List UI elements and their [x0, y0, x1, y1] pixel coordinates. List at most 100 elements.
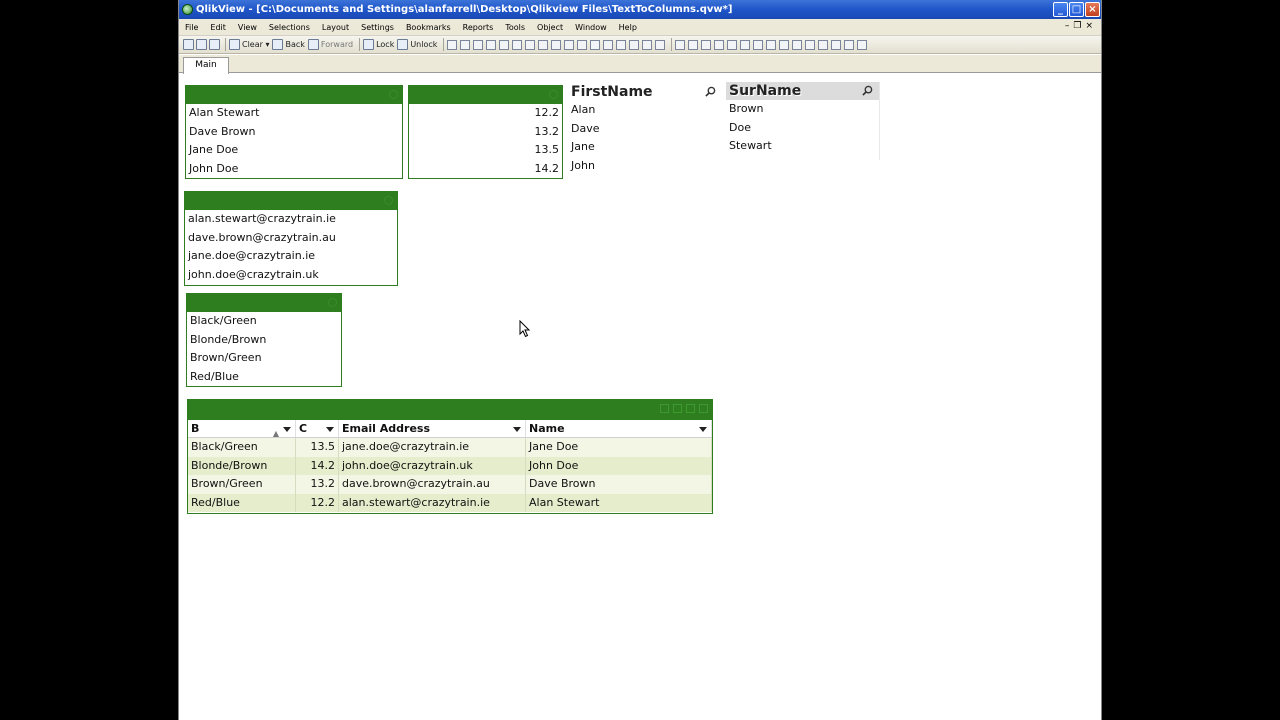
- listbox-c[interactable]: C 12.2 13.2 13.5 14.2: [408, 85, 563, 179]
- listbox-email-address[interactable]: Email Address alan.stewart@crazytrain.ie…: [184, 191, 398, 286]
- search-object-icon[interactable]: [629, 39, 640, 50]
- table-cell[interactable]: alan.stewart@crazytrain.ie: [339, 493, 526, 512]
- lock-button[interactable]: Lock: [363, 38, 394, 51]
- chevron-down-icon[interactable]: [699, 427, 707, 432]
- menu-help[interactable]: Help: [613, 23, 643, 32]
- menu-edit[interactable]: Edit: [204, 23, 232, 32]
- search-icon[interactable]: [549, 90, 558, 99]
- list-item[interactable]: alan.stewart@crazytrain.ie: [185, 210, 397, 229]
- listbox-firstname[interactable]: FirstName Alan Dave Jane John: [568, 83, 722, 177]
- format-painter-icon[interactable]: [688, 39, 699, 50]
- list-item[interactable]: Alan: [568, 101, 722, 120]
- listbox-surname[interactable]: SurName Brown Doe Stewart: [726, 82, 880, 160]
- button-object-icon[interactable]: [564, 39, 575, 50]
- list-box-icon[interactable]: [473, 39, 484, 50]
- slider-icon[interactable]: [603, 39, 614, 50]
- menu-reports[interactable]: Reports: [457, 23, 500, 32]
- title-bar[interactable]: QlikView - [C:\Documents and Settings\al…: [179, 0, 1101, 19]
- minimize-button[interactable]: _: [1053, 2, 1068, 17]
- back-button[interactable]: Back: [272, 38, 305, 51]
- table-row[interactable]: Brown/Green 13.2 dave.brown@crazytrain.a…: [188, 475, 712, 494]
- menu-view[interactable]: View: [232, 23, 263, 32]
- list-item[interactable]: Brown/Green: [187, 349, 341, 368]
- align-right-icon[interactable]: [727, 39, 738, 50]
- table-cell[interactable]: Black/Green: [188, 438, 296, 457]
- search-icon[interactable]: [705, 86, 716, 97]
- listbox-b[interactable]: B Black/Green Blonde/Brown Brown/Green R…: [186, 293, 342, 387]
- reload-icon[interactable]: [805, 39, 816, 50]
- list-item[interactable]: 12.2: [409, 104, 562, 123]
- multi-box-icon[interactable]: [499, 39, 510, 50]
- listbox-caption[interactable]: FirstName: [568, 83, 722, 101]
- menu-object[interactable]: Object: [531, 23, 569, 32]
- table-cell[interactable]: Brown/Green: [188, 475, 296, 494]
- table-cell[interactable]: Alan Stewart: [526, 493, 712, 512]
- maximize-icon[interactable]: [699, 404, 708, 413]
- menu-bookmarks[interactable]: Bookmarks: [400, 23, 457, 32]
- help-icon[interactable]: [857, 39, 868, 50]
- list-item[interactable]: Brown: [726, 100, 879, 119]
- table-cell[interactable]: dave.brown@crazytrain.au: [339, 475, 526, 494]
- list-item[interactable]: Red/Blue: [187, 368, 341, 387]
- current-selections-icon[interactable]: [551, 39, 562, 50]
- space-vertical-icon[interactable]: [779, 39, 790, 50]
- listbox-caption[interactable]: Name: [186, 86, 402, 104]
- xl-icon[interactable]: [673, 404, 682, 413]
- tab-main[interactable]: Main: [183, 57, 229, 74]
- list-item[interactable]: John: [568, 157, 722, 176]
- list-item[interactable]: Blonde/Brown: [187, 331, 341, 350]
- print-icon[interactable]: [660, 404, 669, 413]
- new-sheet-icon[interactable]: [447, 39, 458, 50]
- listbox-caption[interactable]: SurName: [726, 82, 879, 100]
- list-item[interactable]: dave.brown@crazytrain.au: [185, 229, 397, 248]
- list-item[interactable]: John Doe: [186, 160, 402, 179]
- list-item[interactable]: john.doe@crazytrain.uk: [185, 266, 397, 285]
- chevron-down-icon[interactable]: [283, 427, 291, 432]
- clear-button[interactable]: Clear ▾: [229, 38, 269, 51]
- align-top-icon[interactable]: [740, 39, 751, 50]
- open-folder-icon[interactable]: [196, 39, 207, 50]
- align-center-icon[interactable]: [714, 39, 725, 50]
- table-box-icon[interactable]: [512, 39, 523, 50]
- menu-tools[interactable]: Tools: [499, 23, 531, 32]
- chevron-down-icon[interactable]: [326, 427, 334, 432]
- text-object-icon[interactable]: [577, 39, 588, 50]
- undo-icon[interactable]: [209, 39, 220, 50]
- table-cell[interactable]: Dave Brown: [526, 475, 712, 494]
- unlock-button[interactable]: Unlock: [397, 38, 437, 51]
- table-cell[interactable]: jane.doe@crazytrain.ie: [339, 438, 526, 457]
- table-row[interactable]: Black/Green 13.5 jane.doe@crazytrain.ie …: [188, 438, 712, 457]
- list-item[interactable]: Alan Stewart: [186, 104, 402, 123]
- forward-button[interactable]: Forward: [307, 38, 353, 51]
- line-arrow-icon[interactable]: [590, 39, 601, 50]
- column-header-c[interactable]: C: [296, 420, 339, 437]
- close-button[interactable]: ×: [1085, 2, 1100, 17]
- sheet-properties-icon[interactable]: [460, 39, 471, 50]
- container-icon[interactable]: [642, 39, 653, 50]
- table-cell[interactable]: 13.5: [296, 438, 339, 457]
- space-horizontal-icon[interactable]: [766, 39, 777, 50]
- document-window-controls[interactable]: –❐×: [1065, 21, 1097, 31]
- listbox-name[interactable]: Name Alan Stewart Dave Brown Jane Doe Jo…: [185, 85, 403, 179]
- search-icon[interactable]: [862, 85, 873, 96]
- table-cell[interactable]: Blonde/Brown: [188, 456, 296, 475]
- table-row[interactable]: Blonde/Brown 14.2 john.doe@crazytrain.uk…: [188, 456, 712, 475]
- maximize-button[interactable]: □: [1069, 2, 1084, 17]
- design-grid-icon[interactable]: [675, 39, 686, 50]
- list-item[interactable]: Stewart: [726, 137, 879, 156]
- input-box-icon[interactable]: [538, 39, 549, 50]
- menu-settings[interactable]: Settings: [355, 23, 400, 32]
- menu-selections[interactable]: Selections: [263, 23, 316, 32]
- column-header-name[interactable]: Name: [526, 420, 712, 437]
- bookmark-object-icon[interactable]: [616, 39, 627, 50]
- table-cell[interactable]: 13.2: [296, 475, 339, 494]
- listbox-caption[interactable]: B: [187, 294, 341, 312]
- align-bottom-icon[interactable]: [753, 39, 764, 50]
- search-icon[interactable]: [328, 298, 337, 307]
- menu-layout[interactable]: Layout: [316, 23, 355, 32]
- listbox-caption[interactable]: C: [409, 86, 562, 104]
- list-item[interactable]: Doe: [726, 119, 879, 138]
- list-item[interactable]: Jane: [568, 138, 722, 157]
- search-icon[interactable]: [389, 90, 398, 99]
- list-item[interactable]: Dave Brown: [186, 123, 402, 142]
